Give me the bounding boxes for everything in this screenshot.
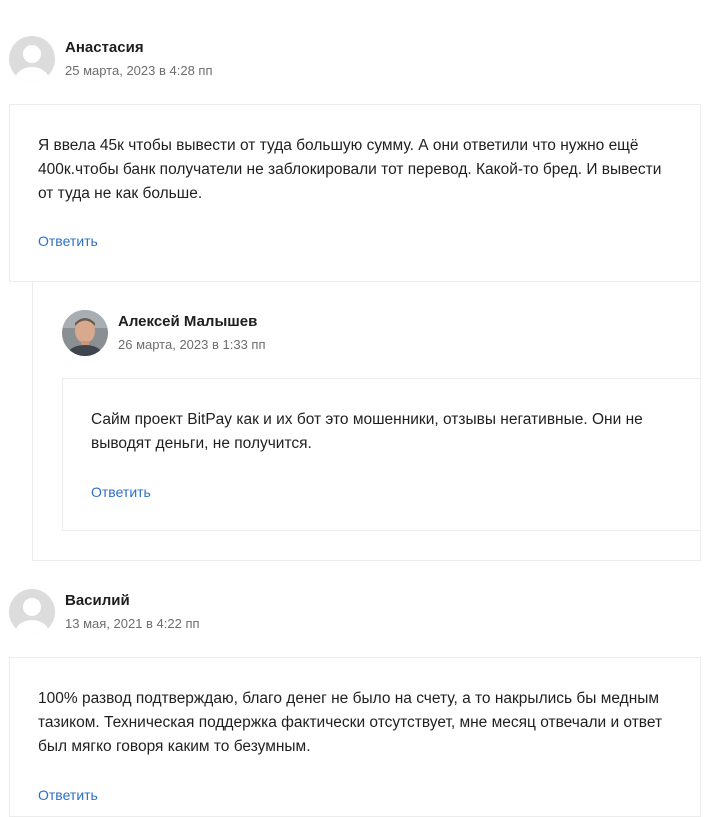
comment-date[interactable]: 26 марта, 2023 в 1:33 пп [118, 337, 266, 352]
avatar [62, 310, 108, 356]
default-avatar-icon [9, 589, 55, 635]
comment-author[interactable]: Алексей Малышев [118, 313, 257, 330]
comment-text: Сайм проект BitPay как и их бот это моше… [91, 411, 643, 452]
default-avatar-icon [9, 36, 55, 82]
comment-author[interactable]: Анастасия [65, 39, 144, 56]
comment-date[interactable]: 13 мая, 2021 в 4:22 пп [65, 616, 200, 631]
reply-button[interactable]: Ответить [91, 484, 151, 500]
reply-button[interactable]: Ответить [38, 787, 98, 803]
comment-text: Я ввела 45к чтобы вывести от туда большу… [38, 137, 662, 202]
reply-button[interactable]: Ответить [38, 233, 98, 249]
comment-body: Сайм проект BitPay как и их бот это моше… [62, 378, 701, 531]
comment-text: 100% развод подтверждаю, благо денег не … [38, 690, 663, 755]
comment-author[interactable]: Василий [65, 592, 130, 609]
comment-date[interactable]: 25 марта, 2023 в 4:28 пп [65, 63, 213, 78]
comment-body: Я ввела 45к чтобы вывести от туда большу… [9, 104, 701, 282]
comment-body: 100% развод подтверждаю, благо денег не … [9, 657, 701, 817]
